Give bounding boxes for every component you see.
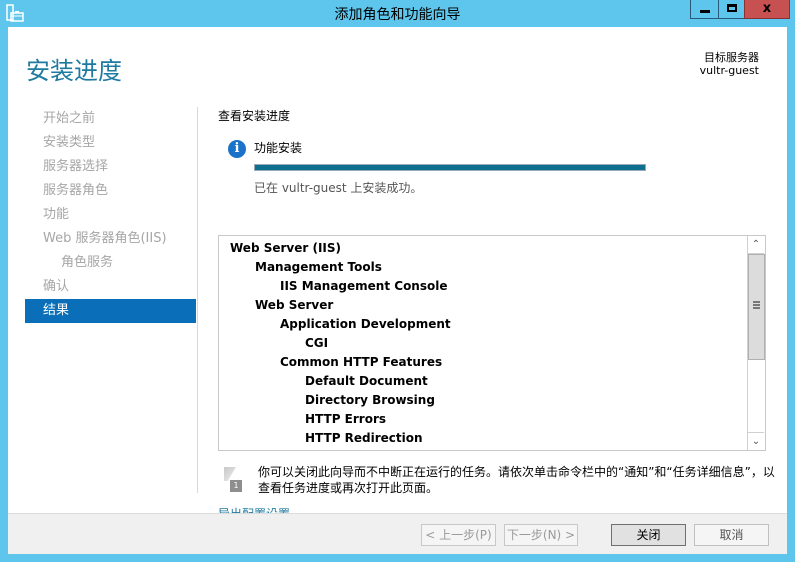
feature-install-label: 功能安装 <box>254 141 303 155</box>
notification-badge: 1 <box>230 480 242 492</box>
chevron-down-icon: ⌄ <box>751 436 761 447</box>
wizard-nav: 开始之前 安装类型 服务器选择 服务器角色 功能 Web 服务器角色(IIS) 角色服务 确认… <box>25 107 196 323</box>
result-item: HTTP Redirection <box>305 431 423 445</box>
previous-button[interactable]: < 上一步(P) <box>421 524 496 546</box>
close-icon: x <box>762 1 772 16</box>
install-progress-bar <box>254 164 646 171</box>
nav-item[interactable]: 服务器选择 <box>25 155 196 179</box>
nav-item[interactable]: 功能 <box>25 203 196 227</box>
nav-item[interactable]: 结果 <box>25 299 196 323</box>
target-server-name: vultr-guest <box>699 64 759 77</box>
page-title: 安装进度 <box>26 57 122 85</box>
notification-flag-icon: 1 <box>222 467 244 493</box>
result-item: IIS Management Console <box>280 279 448 293</box>
result-item: Management Tools <box>255 260 382 274</box>
nav-item[interactable]: 确认 <box>25 275 196 299</box>
nav-item[interactable]: 开始之前 <box>25 107 196 131</box>
maximize-button[interactable] <box>718 0 745 19</box>
result-item: Directory Browsing <box>305 393 435 407</box>
title-bar[interactable]: 添加角色和功能向导 x <box>0 0 795 27</box>
maximize-icon <box>727 4 737 12</box>
result-item: Static Content <box>230 448 451 450</box>
nav-divider <box>197 107 198 493</box>
nav-item[interactable]: 角色服务 <box>25 251 196 275</box>
target-server-label: 目标服务器 <box>704 51 759 64</box>
result-item: Web Server (IIS) <box>230 241 342 255</box>
window-bottom-border <box>0 554 795 562</box>
wizard-client-area: 安装进度 目标服务器 vultr-guest 开始之前 安装类型 服务器选择 服务器角… <box>8 27 787 555</box>
chevron-up-icon: ⌃ <box>751 239 761 250</box>
result-item: Default Document <box>305 374 428 388</box>
results-list-box[interactable]: Web Server (IIS) Management Tools IIS Mana… <box>218 235 766 451</box>
nav-item[interactable]: 安装类型 <box>25 131 196 155</box>
info-icon: i <box>228 140 246 158</box>
vertical-scrollbar[interactable]: ⌃ ⌄ <box>747 236 765 450</box>
flag-shape <box>224 467 236 481</box>
scroll-thumb[interactable] <box>748 254 765 360</box>
nav-item[interactable]: Web 服务器角色(IIS) <box>25 227 196 251</box>
minimize-button[interactable] <box>690 0 719 19</box>
section-label: 查看安装进度 <box>218 109 291 123</box>
next-button[interactable]: 下一步(N) > <box>504 524 578 546</box>
cancel-button[interactable]: 取消 <box>694 524 769 546</box>
result-item: Web Server <box>255 298 334 312</box>
note-text: 你可以关闭此向导而不中断正在运行的任务。请依次单击命令栏中的“通知”和“任务详细… <box>258 465 775 495</box>
result-item: HTTP Errors <box>305 412 386 426</box>
target-server-info: 目标服务器 vultr-guest <box>700 51 759 77</box>
result-item: Common HTTP Features <box>280 355 443 369</box>
result-item: Application Development <box>280 317 451 331</box>
nav-item[interactable]: 服务器角色 <box>25 179 196 203</box>
minimize-icon <box>700 10 710 13</box>
scroll-up-button[interactable]: ⌃ <box>748 236 764 254</box>
close-window-button[interactable]: x <box>744 0 790 19</box>
grip-icon <box>753 301 760 309</box>
result-item: CGI <box>305 336 329 350</box>
close-button[interactable]: 关闭 <box>611 524 686 546</box>
results-list: Web Server (IIS) Management Tools IIS Mana… <box>230 239 451 450</box>
window-title: 添加角色和功能向导 <box>334 7 461 23</box>
scroll-down-button[interactable]: ⌄ <box>748 432 764 450</box>
install-status-text: 已在 vultr-guest 上安装成功。 <box>254 181 423 195</box>
progress-fill <box>255 165 645 170</box>
button-bar: < 上一步(P) 下一步(N) > 关闭 取消 <box>8 513 787 555</box>
